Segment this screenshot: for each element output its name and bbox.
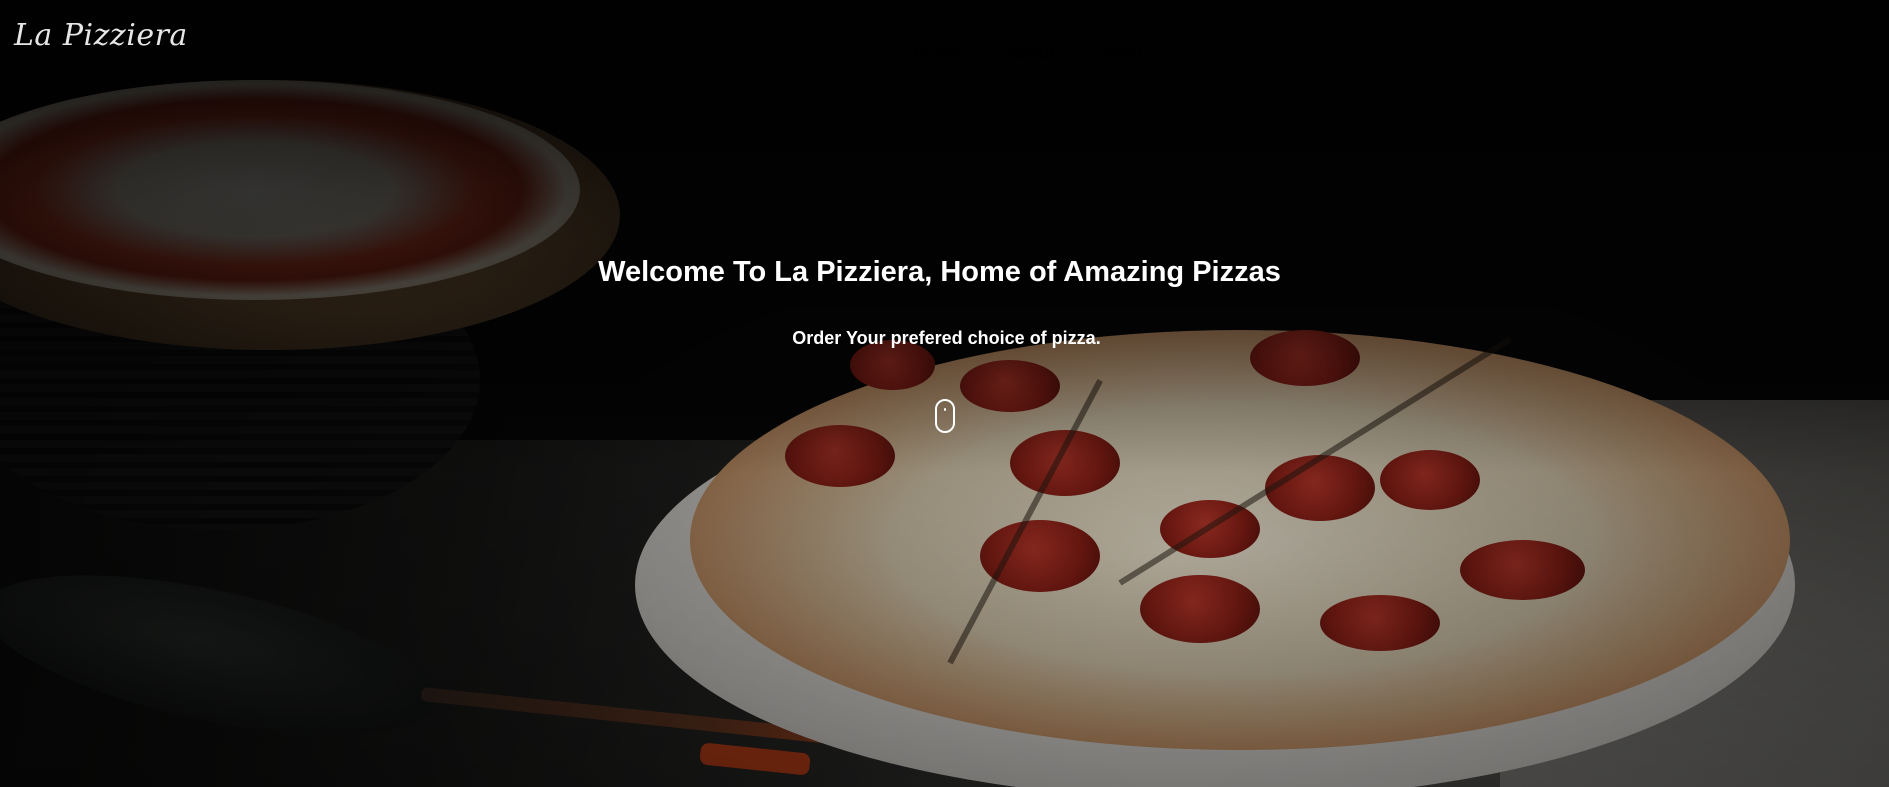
mouse-scroll-icon[interactable]: [935, 399, 955, 433]
nav-link-about[interactable]: About: [1008, 44, 1055, 63]
scroll-wheel-dot: [944, 408, 946, 411]
page: La Pizziera Home About Menu Welcome To L…: [0, 0, 1889, 787]
hero-title: Welcome To La Pizziera, Home of Amazing …: [0, 256, 1889, 289]
hero-background-image: [0, 0, 1889, 787]
hero-subtitle: Order Your prefered choice of pizza.: [0, 328, 1889, 349]
dark-overlay: [0, 0, 1889, 787]
site-logo[interactable]: La Pizziera: [14, 18, 188, 53]
nav-link-menu[interactable]: Menu: [1104, 44, 1148, 63]
hero-title-text: Welcome To La Pizziera, Home of Amazing …: [598, 256, 1281, 288]
nav-link-home[interactable]: Home: [913, 44, 960, 63]
hero-subtitle-text: Order Your prefered choice of pizza.: [792, 328, 1101, 348]
